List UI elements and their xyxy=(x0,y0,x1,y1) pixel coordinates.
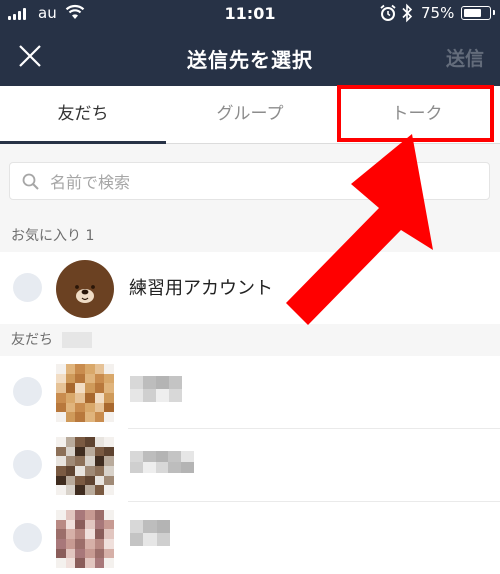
friends-section-header: 友だち xyxy=(0,324,500,356)
list-item-friend[interactable] xyxy=(0,356,500,428)
contact-name xyxy=(130,376,182,402)
send-target-screen: au 11:01 75% 送信先を選択 送信 友だち グループ トーク 名前で検… xyxy=(0,0,500,574)
contact-name xyxy=(130,451,194,473)
tab-talks[interactable]: トーク xyxy=(334,86,500,143)
search-icon xyxy=(22,173,39,190)
pixelated-avatar xyxy=(56,364,114,422)
tab-bar: 友だち グループ トーク xyxy=(0,86,500,144)
list-item-favorite[interactable]: 練習用アカウント xyxy=(0,252,500,324)
pixelated-avatar xyxy=(56,510,114,568)
list-item-friend[interactable] xyxy=(0,502,500,574)
select-radio[interactable] xyxy=(13,450,42,479)
select-radio[interactable] xyxy=(13,273,42,302)
battery-icon xyxy=(461,6,495,20)
tab-friends[interactable]: 友だち xyxy=(0,86,166,144)
bear-avatar xyxy=(56,260,114,318)
battery-percent: 75% xyxy=(421,4,455,22)
favorites-section-label: お気に入り 1 xyxy=(11,228,95,244)
redacted-count xyxy=(62,332,92,348)
list-item-friend[interactable] xyxy=(0,429,500,501)
pixelated-avatar xyxy=(56,437,114,495)
search-area xyxy=(0,144,500,220)
select-radio[interactable] xyxy=(13,523,42,552)
bluetooth-icon xyxy=(402,3,413,23)
header-bar: 送信先を選択 送信 xyxy=(0,28,500,86)
search-box[interactable] xyxy=(9,162,490,200)
page-title: 送信先を選択 xyxy=(187,48,313,72)
tab-groups[interactable]: グループ xyxy=(167,86,333,143)
contact-name xyxy=(130,520,170,546)
select-radio[interactable] xyxy=(13,377,42,406)
friends-section-label: 友だち xyxy=(11,332,53,348)
send-button[interactable]: 送信 xyxy=(446,44,484,71)
alarm-icon xyxy=(380,4,396,21)
search-input[interactable] xyxy=(48,169,472,195)
status-bar: au 11:01 75% xyxy=(0,0,500,28)
contact-name: 練習用アカウント xyxy=(129,278,273,299)
favorites-section-header: お気に入り 1 xyxy=(0,220,500,252)
